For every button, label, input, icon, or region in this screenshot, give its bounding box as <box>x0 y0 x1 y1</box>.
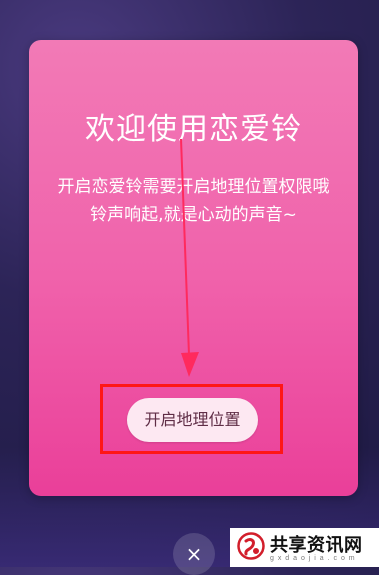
annotation-arrow-icon <box>180 139 199 377</box>
close-icon: × <box>185 542 203 566</box>
site-logo-icon <box>237 532 265 560</box>
watermark-url: g x d a o j i a . c o m <box>270 555 356 562</box>
close-button[interactable]: × <box>173 533 215 575</box>
watermark-title: 共享资讯网 <box>270 535 363 556</box>
annotation-highlight-box <box>100 384 283 454</box>
site-watermark: 共享资讯网 g x d a o j i a . c o m <box>230 528 379 567</box>
